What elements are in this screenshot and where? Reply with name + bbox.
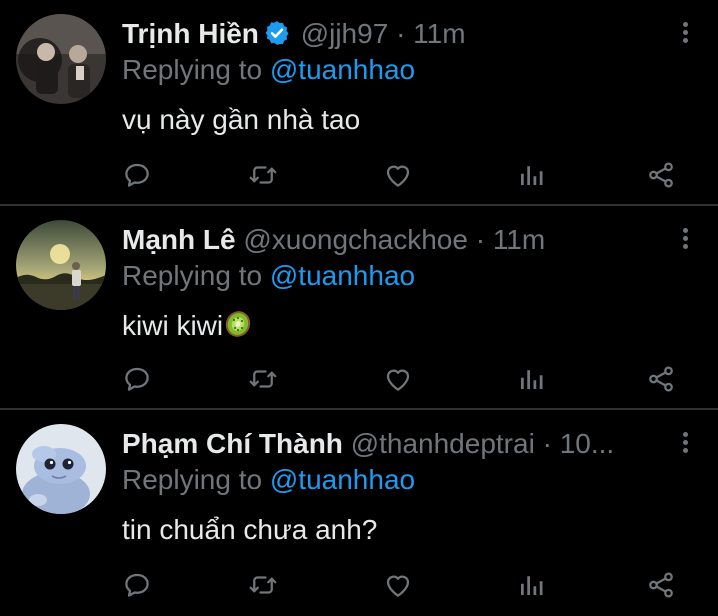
tweet-text-content: kiwi kiwi	[122, 310, 224, 341]
share-icon[interactable]	[646, 160, 678, 192]
action-bar	[0, 570, 718, 602]
timestamp[interactable]: 10...	[560, 428, 614, 459]
separator-dot: ·	[475, 224, 486, 255]
replying-prefix: Replying to	[122, 260, 263, 291]
retweet-icon[interactable]	[248, 364, 280, 396]
reply-tweet[interactable]: Trịnh Hiền @jjh97 · 11m Replying to @tua…	[0, 0, 718, 204]
replying-to-mention[interactable]: @tuanhhao	[270, 260, 415, 291]
reply-tweet[interactable]: Phạm Chí Thành @thanhdeptrai · 10... Rep…	[0, 410, 718, 616]
avatar[interactable]	[16, 424, 106, 514]
tweet-text: kiwi kiwi	[122, 308, 718, 344]
timestamp[interactable]: 11m	[493, 224, 545, 255]
like-icon[interactable]	[383, 570, 415, 602]
tweet-header: Trịnh Hiền @jjh97 · 11m	[122, 16, 718, 52]
reply-icon[interactable]	[122, 364, 154, 396]
replying-prefix: Replying to	[122, 464, 263, 495]
replying-to-mention[interactable]: @tuanhhao	[270, 54, 415, 85]
tweet-text: vụ này gần nhà tao	[122, 104, 361, 135]
retweet-icon[interactable]	[248, 570, 280, 602]
share-icon[interactable]	[646, 570, 678, 602]
share-icon[interactable]	[646, 364, 678, 396]
tweet-text: tin chuẩn chưa anh?	[122, 514, 378, 545]
verified-badge-icon	[263, 19, 291, 47]
reply-icon[interactable]	[122, 160, 154, 192]
tweet-header: Mạnh Lê @xuongchackhoe · 11m	[122, 222, 718, 258]
analytics-icon[interactable]	[516, 364, 548, 396]
replying-to: Replying to @tuanhhao	[122, 52, 718, 88]
separator-dot: ·	[542, 428, 552, 459]
analytics-icon[interactable]	[516, 160, 548, 192]
more-options-icon[interactable]	[680, 432, 690, 456]
user-handle[interactable]: @thanhdeptrai	[351, 428, 535, 459]
user-handle[interactable]: @jjh97	[301, 18, 389, 49]
display-name[interactable]: Phạm Chí Thành	[122, 428, 343, 459]
more-options-icon[interactable]	[680, 228, 690, 252]
display-name[interactable]: Mạnh Lê	[122, 224, 236, 255]
display-name[interactable]: Trịnh Hiền	[122, 18, 259, 49]
user-handle[interactable]: @xuongchackhoe	[243, 224, 468, 255]
kiwi-emoji-icon	[223, 309, 253, 339]
timestamp[interactable]: 11m	[413, 18, 465, 49]
replying-to-mention[interactable]: @tuanhhao	[270, 464, 415, 495]
like-icon[interactable]	[383, 364, 415, 396]
retweet-icon[interactable]	[248, 160, 280, 192]
replying-to: Replying to @tuanhhao	[122, 462, 718, 498]
avatar[interactable]	[16, 14, 106, 104]
more-options-icon[interactable]	[680, 22, 690, 46]
action-bar	[0, 364, 718, 396]
avatar[interactable]	[16, 220, 106, 310]
analytics-icon[interactable]	[516, 570, 548, 602]
like-icon[interactable]	[383, 160, 415, 192]
reply-feed: Trịnh Hiền @jjh97 · 11m Replying to @tua…	[0, 0, 718, 616]
replying-prefix: Replying to	[122, 54, 263, 85]
action-bar	[0, 160, 718, 192]
separator-dot: ·	[396, 18, 406, 49]
tweet-header: Phạm Chí Thành @thanhdeptrai · 10...	[122, 426, 718, 462]
reply-tweet[interactable]: Mạnh Lê @xuongchackhoe · 11m Replying to…	[0, 206, 718, 408]
reply-icon[interactable]	[122, 570, 154, 602]
replying-to: Replying to @tuanhhao	[122, 258, 718, 294]
